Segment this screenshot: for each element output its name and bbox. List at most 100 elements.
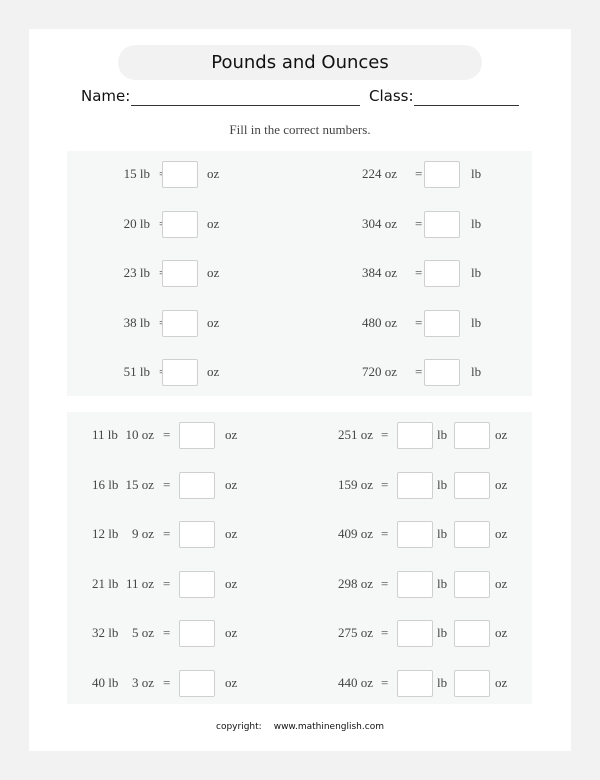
given-value: 304 oz xyxy=(361,215,397,231)
unit-label: oz xyxy=(495,526,508,541)
equals-sign: = xyxy=(415,215,423,231)
problem-row: 32 lb 5 oz = oz xyxy=(67,620,297,647)
ounces-answer-box[interactable] xyxy=(454,521,490,548)
problem-row: 38 lb=oz xyxy=(67,309,297,337)
equals-sign: = xyxy=(381,427,389,442)
problem-row: 159 oz = lb oz xyxy=(295,471,525,499)
given-value: 23 lb xyxy=(123,265,150,280)
unit-label: oz xyxy=(225,575,238,591)
problem-row: 23 lb=oz xyxy=(67,260,297,287)
equals-sign: = xyxy=(163,575,171,591)
pounds-answer-box[interactable] xyxy=(397,471,433,499)
unit-label: oz xyxy=(495,674,508,690)
name-class-row: Name: Class: xyxy=(29,87,571,111)
worksheet-title: Pounds and Ounces xyxy=(118,45,482,80)
instruction-text: Fill in the correct numbers. xyxy=(229,122,371,137)
given-value: 409 oz xyxy=(337,526,373,541)
ounces-answer-box[interactable] xyxy=(454,471,490,499)
ounces-answer-box[interactable] xyxy=(454,669,490,697)
unit-label: lb xyxy=(471,314,482,330)
answer-box[interactable] xyxy=(162,309,198,337)
equals-sign: = xyxy=(381,575,389,591)
given-value: 15 lb xyxy=(123,166,150,181)
equals-sign: = xyxy=(415,364,423,379)
unit-label: lb xyxy=(471,215,482,231)
unit-label: lb xyxy=(471,166,482,181)
class-field[interactable] xyxy=(414,105,519,106)
given-value: 38 lb xyxy=(123,314,150,330)
equals-sign: = xyxy=(415,314,423,330)
given-ounces: 15 oz xyxy=(125,476,154,492)
answer-box[interactable] xyxy=(424,309,460,337)
unit-label: lb xyxy=(437,674,448,690)
unit-label: oz xyxy=(207,166,220,181)
problem-row: 224 oz = lb xyxy=(307,161,537,188)
unit-label: oz xyxy=(495,427,508,442)
pounds-answer-box[interactable] xyxy=(397,521,433,548)
footer: copyright: www.mathinenglish.com xyxy=(29,722,571,732)
unit-label: lb xyxy=(437,427,448,442)
problem-row: 275 oz = lb oz xyxy=(295,620,525,647)
given-value: 224 oz xyxy=(361,166,397,181)
answer-box[interactable] xyxy=(162,161,198,188)
answer-box[interactable] xyxy=(179,521,215,548)
problem-row: 40 lb 3 oz = oz xyxy=(67,669,297,697)
equals-sign: = xyxy=(163,526,171,541)
unit-label: lb xyxy=(437,526,448,541)
equals-sign: = xyxy=(415,265,423,280)
answer-box[interactable] xyxy=(179,620,215,647)
answer-box[interactable] xyxy=(162,210,198,238)
answer-box[interactable] xyxy=(179,570,215,598)
answer-box[interactable] xyxy=(162,260,198,287)
answer-box[interactable] xyxy=(424,260,460,287)
equals-sign: = xyxy=(163,674,171,690)
unit-label: oz xyxy=(225,526,238,541)
unit-label: oz xyxy=(207,265,220,280)
given-value: 480 oz xyxy=(361,314,397,330)
problem-row: 15 lb=oz xyxy=(67,161,297,188)
pounds-answer-box[interactable] xyxy=(397,669,433,697)
ounces-answer-box[interactable] xyxy=(454,570,490,598)
equals-sign: = xyxy=(415,166,423,181)
answer-box[interactable] xyxy=(424,161,460,188)
unit-label: oz xyxy=(495,625,508,640)
equals-sign: = xyxy=(381,476,389,492)
section-2-panel: 11 lb 10 oz = oz 16 lb 15 oz = oz 12 lb 9 oz = oz 21… xyxy=(67,412,532,704)
name-field[interactable] xyxy=(131,105,360,106)
problem-row: 16 lb 15 oz = oz xyxy=(67,471,297,499)
answer-box[interactable] xyxy=(179,471,215,499)
problem-row: 409 oz = lb oz xyxy=(295,521,525,548)
given-value: 159 oz xyxy=(337,476,373,492)
unit-label: oz xyxy=(207,215,220,231)
answer-box[interactable] xyxy=(179,422,215,449)
answer-box[interactable] xyxy=(162,359,198,386)
answer-box[interactable] xyxy=(424,210,460,238)
answer-box[interactable] xyxy=(424,359,460,386)
given-pounds: 12 lb xyxy=(92,526,119,541)
website-link[interactable]: www.mathinenglish.com xyxy=(274,722,384,732)
pounds-answer-box[interactable] xyxy=(397,422,433,449)
ounces-answer-box[interactable] xyxy=(454,422,490,449)
given-value: 20 lb xyxy=(123,215,150,231)
equals-sign: = xyxy=(381,526,389,541)
pounds-answer-box[interactable] xyxy=(397,620,433,647)
problem-row: 440 oz = lb oz xyxy=(295,669,525,697)
given-value: 720 oz xyxy=(361,364,397,379)
unit-label: lb xyxy=(437,625,448,640)
given-ounces: 10 oz xyxy=(125,427,154,442)
unit-label: oz xyxy=(225,427,238,442)
given-pounds: 11 lb xyxy=(92,427,118,442)
section-1-panel: 15 lb=oz20 lb=oz23 lb=oz38 lb=oz51 lb=oz… xyxy=(67,151,532,396)
ounces-answer-box[interactable] xyxy=(454,620,490,647)
given-ounces: 3 oz xyxy=(131,674,154,690)
name-label: Name: xyxy=(81,87,131,105)
unit-label: oz xyxy=(225,476,238,492)
answer-box[interactable] xyxy=(179,669,215,697)
given-value: 251 oz xyxy=(337,427,373,442)
given-value: 51 lb xyxy=(123,364,150,379)
given-value: 298 oz xyxy=(337,575,373,591)
unit-label: lb xyxy=(437,476,448,492)
unit-label: lb xyxy=(437,575,448,591)
class-label: Class: xyxy=(369,87,414,105)
pounds-answer-box[interactable] xyxy=(397,570,433,598)
